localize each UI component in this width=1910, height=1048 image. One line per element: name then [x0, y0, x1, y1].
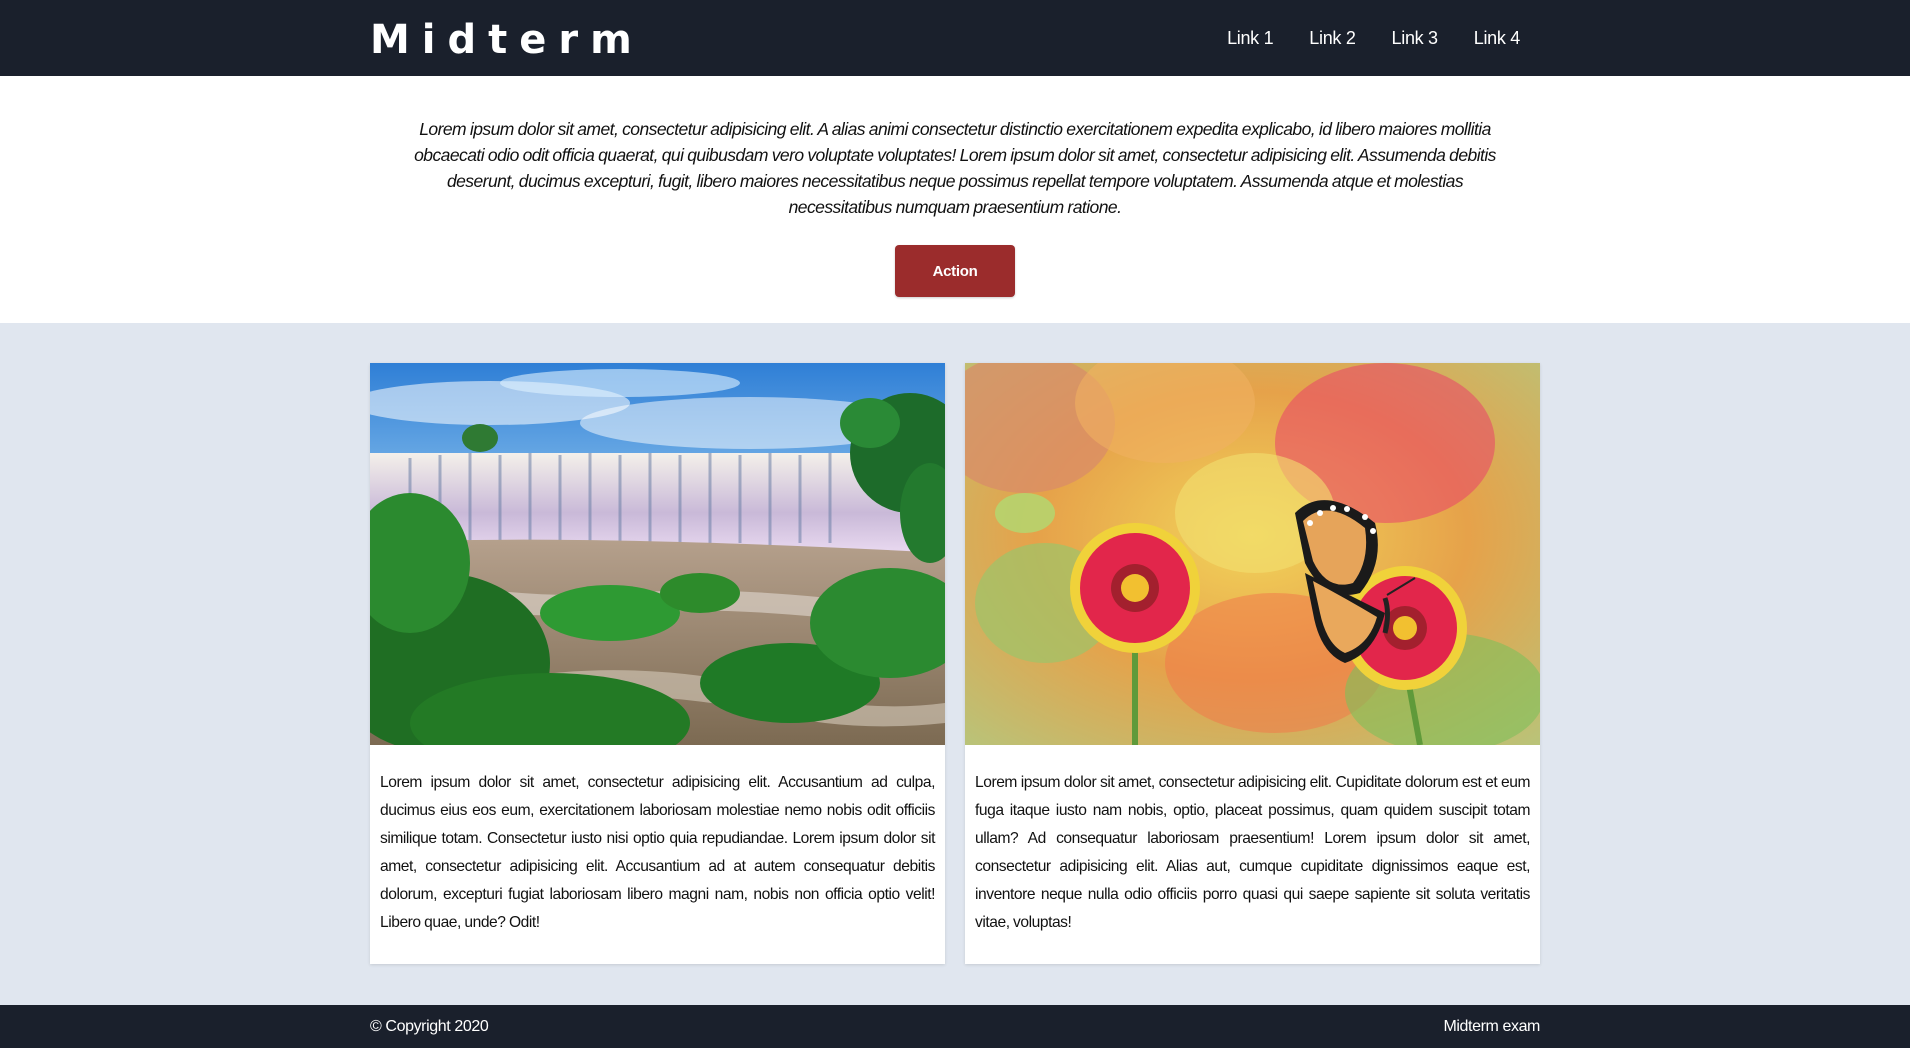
card-waterfall: Lorem ipsum dolor sit amet, consectetur …: [370, 363, 945, 964]
action-button[interactable]: Action: [895, 245, 1015, 297]
main-nav: Link 1 Link 2 Link 3 Link 4: [1227, 24, 1520, 52]
site-header: Midterm Link 1 Link 2 Link 3 Link 4: [0, 0, 1910, 76]
card-butterfly: Lorem ipsum dolor sit amet, consectetur …: [965, 363, 1540, 964]
nav-link-3[interactable]: Link 3: [1392, 24, 1439, 52]
hero-text: Lorem ipsum dolor sit amet, consectetur …: [414, 119, 1496, 217]
footer-right-text: Midterm exam: [1443, 1018, 1540, 1035]
copyright-text: © Copyright 2020: [370, 1018, 489, 1035]
nav-link-1[interactable]: Link 1: [1227, 24, 1274, 52]
card-text: Lorem ipsum dolor sit amet, consectetur …: [975, 774, 1530, 931]
nav-link-2[interactable]: Link 2: [1309, 24, 1356, 52]
hero-section: Lorem ipsum dolor sit amet, consectetur …: [0, 76, 1910, 323]
waterfall-image: [370, 363, 945, 745]
butterfly-image: [965, 363, 1540, 745]
site-footer: © Copyright 2020 Midterm exam: [0, 1005, 1910, 1048]
site-logo[interactable]: Midterm: [370, 14, 644, 66]
nav-link-4[interactable]: Link 4: [1474, 24, 1521, 52]
card-text: Lorem ipsum dolor sit amet, consectetur …: [380, 774, 935, 931]
